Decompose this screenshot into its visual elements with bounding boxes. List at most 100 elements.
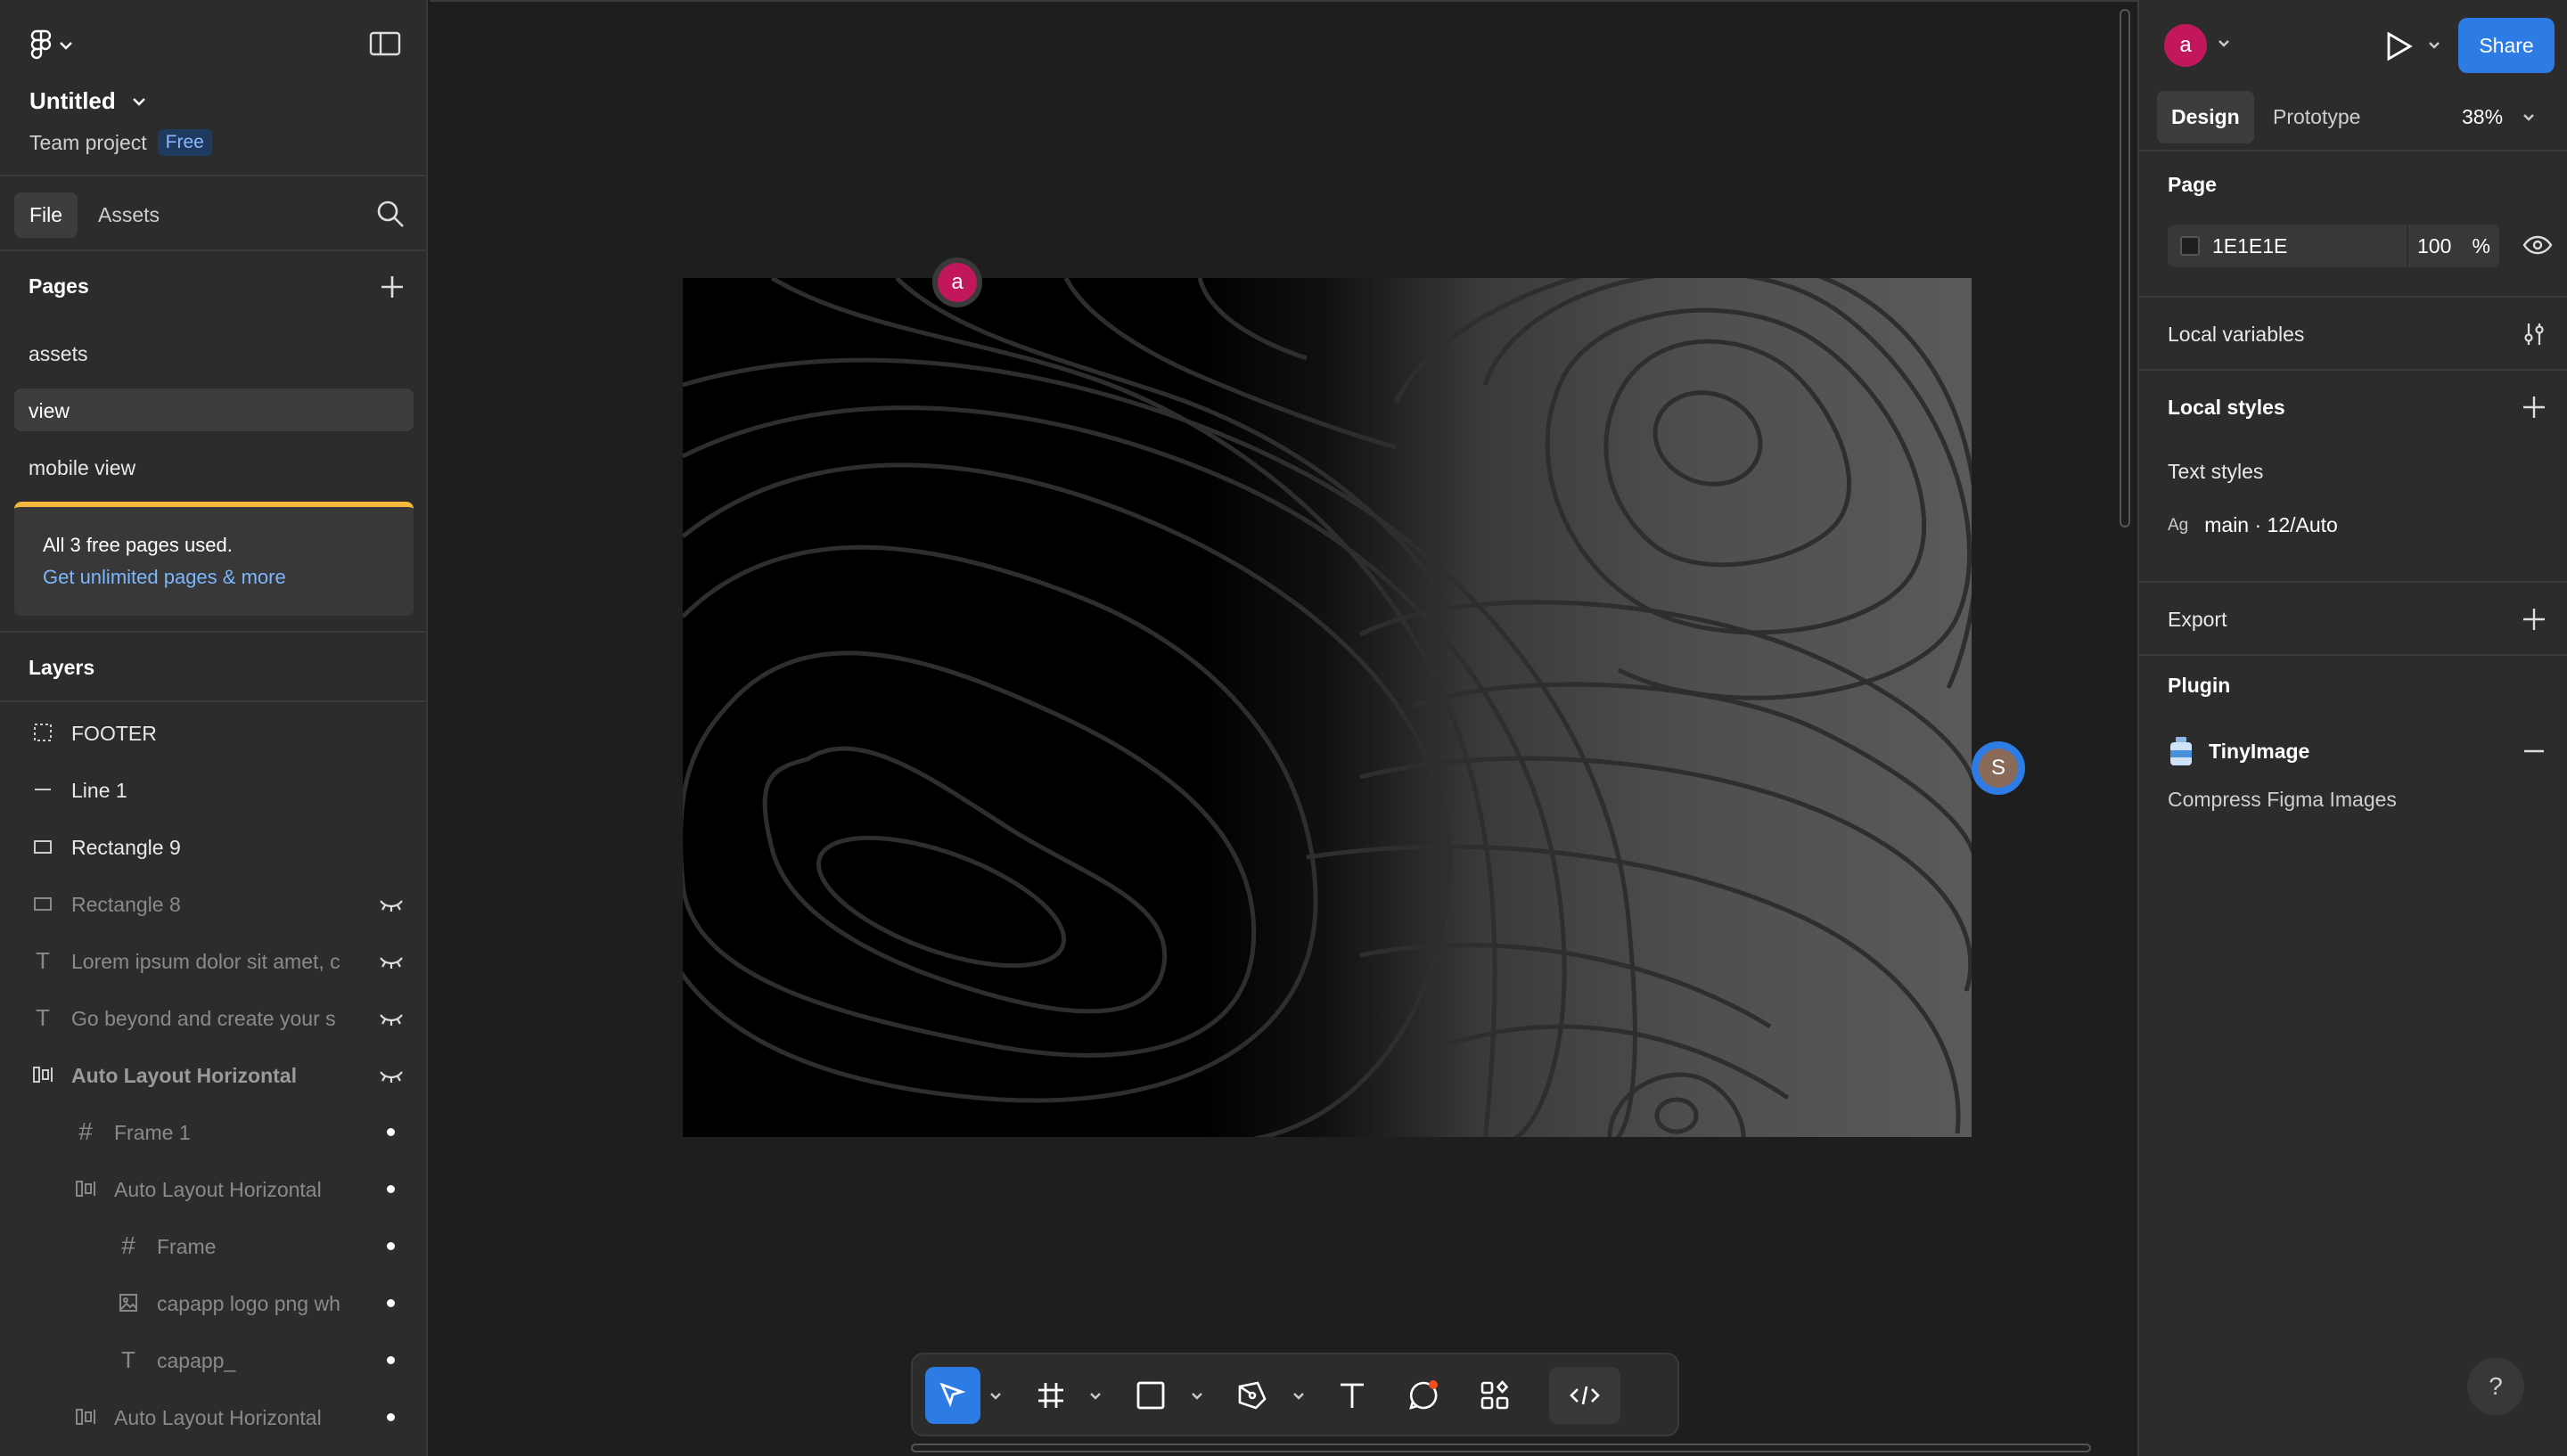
main-menu-button[interactable] bbox=[30, 29, 84, 62]
chevron-down-icon[interactable] bbox=[1292, 1392, 1305, 1401]
upgrade-link[interactable]: Get unlimited pages & more bbox=[43, 566, 385, 589]
layer-name: Auto Layout Horizontal bbox=[114, 1406, 322, 1429]
hidden-eye-icon[interactable] bbox=[378, 1007, 405, 1028]
zoom-level: 38% bbox=[2462, 105, 2504, 128]
auto-layout-icon bbox=[30, 1062, 55, 1087]
canvas-frame-topographic[interactable] bbox=[683, 278, 1972, 1137]
plugin-item[interactable]: TinyImage bbox=[2168, 736, 2309, 766]
frame-tool-button[interactable] bbox=[1029, 1367, 1073, 1424]
layer-row[interactable]: T Go beyond and create your s bbox=[0, 989, 426, 1046]
page-item-mobile-view[interactable]: mobile view bbox=[14, 446, 414, 488]
layer-name: capapp_ bbox=[157, 1349, 236, 1372]
auto-layout-icon bbox=[73, 1176, 98, 1201]
layer-row[interactable]: Rectangle 8 bbox=[0, 875, 426, 932]
dev-mode-toggle[interactable] bbox=[1549, 1367, 1620, 1424]
frame-hash-icon bbox=[1038, 1383, 1063, 1408]
layer-row[interactable]: T capapp_ bbox=[0, 1331, 426, 1388]
text-style-name: main · 12/Auto bbox=[2204, 513, 2338, 536]
resources-tool-button[interactable] bbox=[1472, 1367, 1517, 1424]
page-item-assets[interactable]: assets bbox=[14, 331, 414, 374]
present-play-icon[interactable] bbox=[2380, 29, 2415, 64]
local-variables-section[interactable]: Local variables bbox=[2139, 298, 2567, 371]
layer-row[interactable]: FOOTER bbox=[0, 704, 426, 761]
page-opacity-field[interactable]: 100 % bbox=[2408, 225, 2499, 267]
visibility-dot[interactable] bbox=[387, 1185, 395, 1193]
plan-badge[interactable]: Free bbox=[157, 129, 212, 156]
color-swatch[interactable] bbox=[2180, 236, 2200, 256]
chevron-down-icon bbox=[132, 97, 145, 106]
visibility-dot[interactable] bbox=[387, 1242, 395, 1250]
layer-row[interactable]: T Lorem ipsum dolor sit amet, c bbox=[0, 932, 426, 989]
variables-settings-icon[interactable] bbox=[2521, 321, 2547, 348]
zoom-control[interactable]: 38% bbox=[2462, 105, 2535, 129]
auto-layout-icon bbox=[73, 1404, 98, 1429]
visibility-dot[interactable] bbox=[387, 1128, 395, 1136]
page-color-field[interactable]: 1E1E1E bbox=[2168, 225, 2407, 267]
chevron-down-icon[interactable] bbox=[2218, 39, 2230, 48]
shape-tool-button[interactable] bbox=[1128, 1367, 1173, 1424]
search-icon[interactable] bbox=[374, 198, 406, 230]
add-style-icon[interactable] bbox=[2521, 394, 2547, 421]
move-tool-button[interactable] bbox=[925, 1367, 980, 1424]
chevron-down-icon[interactable] bbox=[989, 1392, 1002, 1401]
text-style-item[interactable]: Ag main · 12/Auto bbox=[2168, 513, 2338, 537]
export-label: Export bbox=[2168, 608, 2227, 631]
tab-prototype[interactable]: Prototype bbox=[2273, 105, 2360, 129]
layer-row[interactable]: Auto Layout Horizontal bbox=[0, 1388, 426, 1445]
hidden-eye-icon[interactable] bbox=[378, 1064, 405, 1085]
chevron-down-icon bbox=[2523, 113, 2534, 121]
layer-name: Frame 1 bbox=[114, 1121, 191, 1144]
text-icon: T bbox=[36, 946, 50, 974]
pages-header: Pages bbox=[0, 255, 426, 319]
comment-tool-button[interactable] bbox=[1401, 1367, 1446, 1424]
sidebar-toggle-icon[interactable] bbox=[369, 30, 401, 57]
project-header: Untitled Team project Free bbox=[0, 0, 426, 176]
frame-icon: # bbox=[78, 1117, 93, 1145]
user-avatar[interactable]: a bbox=[2164, 24, 2207, 67]
layer-row[interactable]: # Frame 1 bbox=[0, 1103, 426, 1160]
text-icon: T bbox=[36, 1003, 50, 1031]
tab-assets[interactable]: Assets bbox=[98, 203, 160, 227]
collaborator-s-marker[interactable]: S bbox=[1972, 741, 2025, 795]
team-name: Team project bbox=[29, 130, 147, 154]
visibility-dot[interactable] bbox=[387, 1299, 395, 1307]
layer-row[interactable]: Rectangle 9 bbox=[0, 818, 426, 875]
add-page-icon[interactable] bbox=[376, 271, 408, 303]
bottom-toolbar bbox=[911, 1353, 1679, 1436]
hidden-eye-icon[interactable] bbox=[378, 950, 405, 971]
chevron-down-icon[interactable] bbox=[1089, 1392, 1102, 1401]
hidden-eye-icon[interactable] bbox=[378, 893, 405, 914]
layer-name: Go beyond and create your s bbox=[71, 1007, 336, 1030]
resources-grid-icon bbox=[1480, 1380, 1509, 1410]
frame-icon: # bbox=[121, 1231, 135, 1259]
layer-name: Line 1 bbox=[71, 779, 127, 802]
vertical-scrollbar[interactable] bbox=[2120, 9, 2130, 528]
help-button[interactable]: ? bbox=[2467, 1358, 2524, 1415]
rectangle-icon bbox=[30, 891, 55, 916]
pen-tool-button[interactable] bbox=[1230, 1367, 1275, 1424]
layer-row[interactable]: # Frame bbox=[0, 1217, 426, 1274]
remove-plugin-icon[interactable] bbox=[2522, 745, 2546, 757]
collaborator-a-avatar: a bbox=[938, 263, 977, 302]
chevron-down-icon[interactable] bbox=[1191, 1392, 1203, 1401]
tab-design[interactable]: Design bbox=[2157, 91, 2254, 143]
panel-tabs: Design Prototype 38% bbox=[2139, 91, 2567, 144]
design-canvas[interactable]: a S bbox=[430, 0, 2137, 1456]
horizontal-scrollbar[interactable] bbox=[911, 1444, 2091, 1452]
tab-file[interactable]: File bbox=[14, 192, 78, 238]
page-item-view[interactable]: view bbox=[14, 389, 414, 431]
layer-row[interactable]: Auto Layout Horizontal bbox=[0, 1046, 426, 1103]
add-export-icon[interactable] bbox=[2521, 606, 2547, 633]
share-button[interactable]: Share bbox=[2458, 18, 2555, 73]
layer-row[interactable]: capapp logo png wh bbox=[0, 1274, 426, 1331]
visibility-dot[interactable] bbox=[387, 1356, 395, 1364]
collaborator-a-marker[interactable]: a bbox=[932, 258, 982, 307]
project-title[interactable]: Untitled bbox=[29, 87, 146, 115]
visibility-dot[interactable] bbox=[387, 1413, 395, 1421]
text-tool-button[interactable] bbox=[1330, 1367, 1374, 1424]
project-subtitle: Team project Free bbox=[29, 129, 212, 156]
eye-icon[interactable] bbox=[2522, 233, 2553, 257]
layer-row[interactable]: Line 1 bbox=[0, 761, 426, 818]
layer-row[interactable]: Auto Layout Horizontal bbox=[0, 1160, 426, 1217]
chevron-down-icon[interactable] bbox=[2428, 41, 2440, 50]
